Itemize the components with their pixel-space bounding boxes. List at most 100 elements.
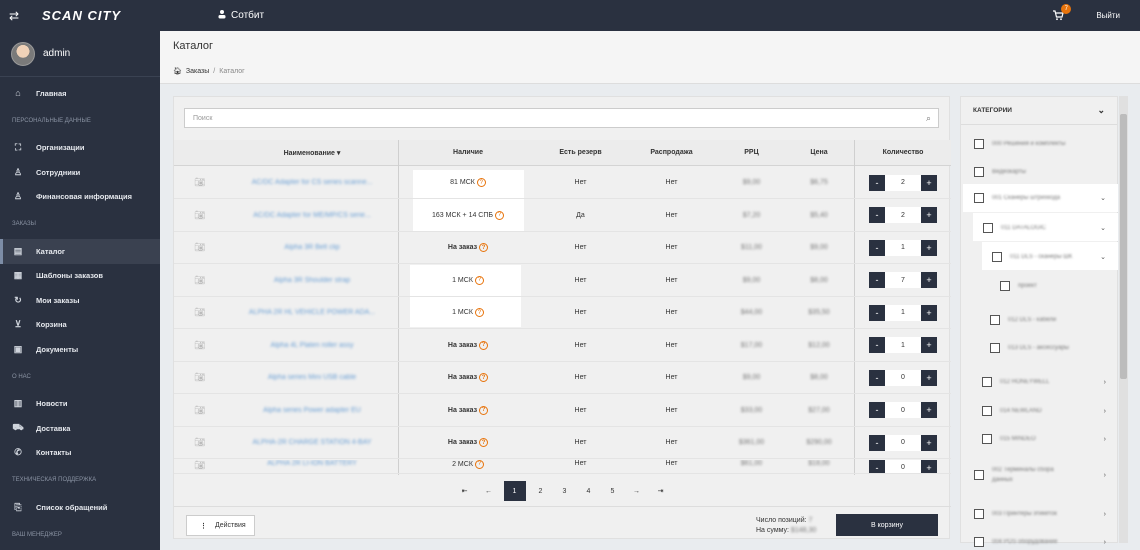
category-item[interactable]: 002 Терминалы сбора данных › [974, 461, 1116, 489]
chevron-right-icon[interactable]: › [1104, 511, 1106, 518]
sidebar-item-home[interactable]: ⌂ Главная [0, 81, 160, 106]
category-item[interactable]: 011 DATALOGIC ⌄ [983, 214, 1116, 242]
category-item[interactable]: 014 NEWLAND › [982, 397, 1116, 425]
increment-button[interactable]: + [921, 272, 937, 288]
category-item[interactable]: 001 Сканеры штрихкода ⌄ [974, 184, 1116, 212]
category-checkbox[interactable] [983, 223, 993, 233]
decrement-button[interactable]: - [869, 369, 885, 386]
chevron-down-icon[interactable]: ⌄ [1100, 253, 1106, 261]
categories-header[interactable]: КАТЕГОРИИ ⌄ [961, 97, 1117, 125]
page-2[interactable]: 2 [532, 481, 550, 501]
increment-button[interactable]: + [921, 337, 937, 353]
category-item[interactable]: 012 HONEYWELL › [982, 368, 1116, 396]
quantity-input[interactable]: 0 [885, 369, 921, 386]
product-name-link[interactable]: Alpha 4L Platen roller assy [226, 342, 398, 349]
question-icon[interactable]: ? [479, 438, 489, 447]
category-item[interactable]: 012 DLS - кабели [990, 306, 1116, 334]
logo[interactable]: SCAN CITY [42, 8, 217, 23]
search-icon[interactable]: ⌕ [926, 113, 931, 124]
product-name-link[interactable]: ALPHA 2R HL VEHICLE POWER ADA... [226, 309, 398, 316]
increment-button[interactable]: + [921, 402, 937, 418]
search-input[interactable]: Поиск ⌕ [184, 108, 939, 128]
category-checkbox[interactable] [990, 343, 1000, 353]
category-item[interactable]: проект [1000, 272, 1116, 300]
quantity-input[interactable]: 1 [885, 304, 921, 321]
page-first[interactable]: ⇤ [456, 481, 474, 501]
category-checkbox[interactable] [974, 167, 984, 177]
quantity-input[interactable]: 2 [885, 174, 921, 191]
product-name-link[interactable]: AC/DC Adapter for ME/MP/CS serie... [226, 212, 398, 219]
page-last[interactable]: ⇥ [652, 481, 670, 501]
category-checkbox[interactable] [982, 434, 992, 444]
decrement-button[interactable]: - [869, 304, 885, 321]
category-item[interactable]: 013 DLS - аксессуары [990, 334, 1116, 362]
product-name-link[interactable]: ALPHA-2R CHARGE STATION 4-BAY [226, 439, 398, 446]
chevron-right-icon[interactable]: › [1104, 436, 1106, 443]
sidebar-item-cart[interactable]: ⊻ Корзина [0, 313, 160, 338]
page-1[interactable]: 1 [503, 481, 526, 501]
quantity-input[interactable]: 7 [885, 272, 921, 288]
product-image-icon[interactable]: 📷︎ [174, 460, 226, 471]
question-icon[interactable]: ? [479, 243, 489, 252]
home-icon[interactable]: 🏠︎ [173, 67, 182, 75]
category-item[interactable]: 015 MINDEO › [982, 425, 1116, 453]
sidebar-item-templates[interactable]: ▦ Шаблоны заказов [0, 264, 160, 289]
increment-button[interactable]: + [921, 304, 937, 321]
decrement-button[interactable]: - [869, 402, 885, 418]
product-image-icon[interactable]: 📷︎ [174, 372, 226, 383]
increment-button[interactable]: + [921, 369, 937, 386]
category-checkbox[interactable] [974, 193, 984, 203]
quantity-input[interactable]: 1 [885, 239, 921, 256]
category-checkbox[interactable] [990, 315, 1000, 325]
product-image-icon[interactable]: 📷︎ [174, 210, 226, 221]
quantity-input[interactable]: 2 [885, 207, 921, 223]
question-icon[interactable]: ? [479, 405, 489, 415]
chevron-right-icon[interactable]: › [1104, 408, 1106, 415]
chevron-right-icon[interactable]: › [1104, 539, 1106, 546]
decrement-button[interactable]: - [869, 174, 885, 191]
sidebar-item-organizations[interactable]: ⛶ Организации [0, 136, 160, 161]
chevron-right-icon[interactable]: › [1104, 379, 1106, 386]
category-checkbox[interactable] [992, 252, 1002, 262]
page-5[interactable]: 5 [604, 481, 622, 501]
product-name-link[interactable]: Alpha series Mini USB cable [226, 374, 398, 381]
product-image-icon[interactable]: 📷︎ [174, 307, 226, 318]
breadcrumb-orders[interactable]: Заказы [186, 68, 209, 75]
product-image-icon[interactable]: 📷︎ [174, 242, 226, 253]
decrement-button[interactable]: - [869, 207, 885, 223]
question-icon[interactable]: ? [476, 178, 486, 187]
category-checkbox[interactable] [982, 377, 992, 387]
increment-button[interactable]: + [921, 174, 937, 191]
sidebar-item-news[interactable]: ▥ Новости [0, 392, 160, 417]
sidebar-item-contacts[interactable]: ✆ Контакты [0, 441, 160, 466]
question-icon[interactable]: ? [474, 459, 484, 469]
sidebar-item-catalog[interactable]: ▤ Каталог [0, 239, 160, 264]
increment-button[interactable]: + [921, 239, 937, 256]
sidebar-item-tickets[interactable]: ⎘ Список обращений [0, 495, 160, 520]
page-next[interactable]: → [628, 481, 646, 501]
decrement-button[interactable]: - [869, 434, 885, 451]
user-profile[interactable]: admin [0, 31, 160, 77]
increment-button[interactable]: + [921, 459, 937, 473]
category-item[interactable]: Видеокарты [974, 158, 1116, 186]
question-icon[interactable]: ? [474, 308, 484, 317]
quantity-input[interactable]: 1 [885, 337, 921, 353]
category-item[interactable]: 000 Решения и комплекты [974, 130, 1116, 158]
sidebar-item-my-orders[interactable]: ↻ Мои заказы [0, 288, 160, 313]
product-image-icon[interactable]: 📷︎ [174, 437, 226, 448]
product-name-link[interactable]: AC/DC Adapter for CS series scanne... [226, 179, 398, 186]
chevron-down-icon[interactable]: ⌄ [1100, 194, 1106, 202]
category-checkbox[interactable] [982, 406, 992, 416]
quantity-input[interactable]: 0 [885, 459, 921, 473]
product-name-link[interactable]: Alpha series Power adapter EU [226, 407, 398, 414]
add-to-cart-button[interactable]: В корзину [836, 514, 938, 536]
category-item[interactable]: 003 Принтеры этикеток › [974, 500, 1116, 528]
quantity-input[interactable]: 0 [885, 402, 921, 418]
category-item[interactable]: 004 POS оборудование › [974, 528, 1116, 550]
decrement-button[interactable]: - [869, 272, 885, 288]
category-checkbox[interactable] [974, 537, 984, 547]
sidebar-item-staff[interactable]: ♙ Сотрудники [0, 160, 160, 185]
increment-button[interactable]: + [921, 207, 937, 223]
quantity-input[interactable]: 0 [885, 434, 921, 451]
actions-button[interactable]: ⋮ Действия [186, 515, 255, 536]
